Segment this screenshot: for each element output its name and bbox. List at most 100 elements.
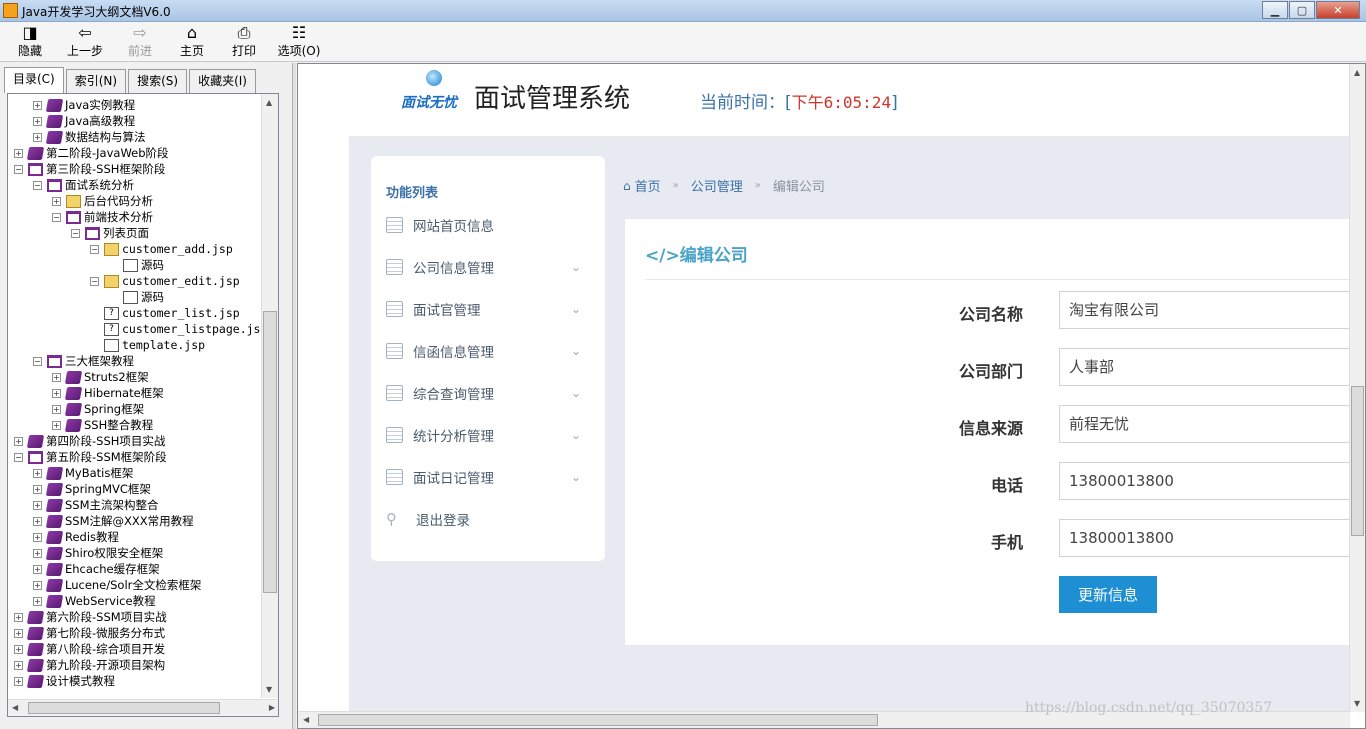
tree-item[interactable]: − customer_add.jsp [90,241,233,257]
scroll-left-arrow-icon[interactable]: ◀ [12,703,18,712]
tab-search[interactable]: 搜索(S) [128,69,188,93]
tree-item[interactable]: ? customer_listpage.jsp [90,321,267,337]
expand-icon[interactable]: + [33,500,42,510]
tab-favorites[interactable]: 收藏夹(I) [189,69,256,93]
content-vertical-scrollbar[interactable]: ▲ ▼ [1349,64,1365,712]
tree-item[interactable]: + 后台代码分析 [52,193,153,209]
breadcrumb-home[interactable]: 首页 [635,176,661,195]
tree-item[interactable]: + SSM主流架构整合 [33,497,159,513]
tree-item[interactable]: + Lucene/Solr全文检索框架 [33,577,201,593]
maximize-button[interactable]: ▢ [1289,1,1315,19]
chevron-down-icon[interactable]: ⌄ [571,470,581,484]
toolbar-button-hide[interactable]: ◨ 隐藏 [4,22,56,60]
breadcrumb-company-management[interactable]: 公司管理 [691,176,743,195]
collapse-icon[interactable]: − [90,276,99,286]
tree-item[interactable]: − 第五阶段-SSM框架阶段 [14,449,167,465]
tree-item[interactable]: + 第七阶段-微服务分布式 [14,625,165,641]
close-button[interactable]: ✕ [1316,1,1360,19]
mobile-input[interactable]: 13800013800 [1059,519,1350,557]
tree-item[interactable]: + SSM注解@XXX常用教程 [33,513,194,529]
tree-item[interactable]: + Redis教程 [33,529,119,545]
tree-item[interactable]: + 第九阶段-开源项目架构 [14,657,165,673]
logout-item[interactable]: ⚲ 退出登录 [386,507,591,531]
tree-item[interactable]: + Struts2框架 [52,369,149,385]
tree-item[interactable]: + Shiro权限安全框架 [33,545,163,561]
tree-item[interactable]: + SSH整合教程 [52,417,153,433]
tree-item[interactable]: − customer_edit.jsp [90,273,240,289]
tree-item[interactable]: − 第三阶段-SSH框架阶段 [14,161,165,177]
expand-icon[interactable]: + [33,116,42,126]
collapse-icon[interactable]: − [52,212,61,222]
tree-item[interactable]: ? customer_list.jsp [90,305,240,321]
menu-item[interactable]: 网站首页信息 [386,213,591,237]
tree-item[interactable]: + 第六阶段-SSM项目实战 [14,609,167,625]
expand-icon[interactable]: + [33,596,42,606]
expand-icon[interactable]: + [33,132,42,142]
tab-contents[interactable]: 目录(C) [4,67,64,93]
toolbar-button-forward-arrow[interactable]: ⇨ 前进 [114,22,166,60]
expand-icon[interactable]: + [33,516,42,526]
update-button[interactable]: 更新信息 [1059,576,1157,613]
tree-item[interactable]: + MyBatis框架 [33,465,133,481]
tree-item[interactable]: + SpringMVC框架 [33,481,151,497]
tab-index[interactable]: 索引(N) [65,69,127,93]
expand-icon[interactable]: + [33,532,42,542]
scroll-up-arrow-icon[interactable]: ▲ [266,98,272,107]
expand-icon[interactable]: + [14,644,23,654]
collapse-icon[interactable]: − [14,452,23,462]
tree-item[interactable]: + Java实例教程 [33,97,135,113]
tree-scroll-thumb[interactable] [263,311,277,593]
expand-icon[interactable]: + [52,372,61,382]
tree-item[interactable]: + Ehcache缓存框架 [33,561,160,577]
chevron-down-icon[interactable]: ⌄ [571,260,581,274]
menu-item[interactable]: 统计分析管理 ⌄ [386,423,591,447]
tree-item[interactable]: − 列表页面 [71,225,149,241]
expand-icon[interactable]: + [14,628,23,638]
tree-item[interactable]: + 数据结构与算法 [33,129,146,145]
tree-item[interactable]: + WebService教程 [33,593,156,609]
expand-icon[interactable]: + [14,676,23,686]
collapse-icon[interactable]: − [90,244,99,254]
scroll-down-arrow-icon[interactable]: ▼ [1354,699,1360,708]
menu-item[interactable]: 信函信息管理 ⌄ [386,339,591,363]
tree-item[interactable]: 源码 [109,257,164,273]
scroll-left-arrow-icon[interactable]: ◀ [303,715,309,724]
tree-horizontal-scrollbar[interactable]: ◀ ▶ [8,699,278,716]
tree-item[interactable]: + 第八阶段-综合项目开发 [14,641,165,657]
expand-icon[interactable]: + [33,484,42,494]
tree-hscroll-thumb[interactable] [28,702,220,714]
phone-input[interactable]: 13800013800 [1059,462,1350,500]
collapse-icon[interactable]: − [33,180,42,190]
expand-icon[interactable]: + [52,404,61,414]
chevron-down-icon[interactable]: ⌄ [571,302,581,316]
toolbar-button-home[interactable]: ⌂ 主页 [166,22,218,60]
source-input[interactable]: 前程无忧 [1059,405,1350,443]
tree-item[interactable]: + 设计模式教程 [14,673,115,689]
expand-icon[interactable]: + [14,148,23,158]
content-hscroll-thumb[interactable] [318,714,878,726]
expand-icon[interactable]: + [14,436,23,446]
tree-item[interactable]: − 面试系统分析 [33,177,134,193]
tree-item[interactable]: − 三大框架教程 [33,353,134,369]
scroll-up-arrow-icon[interactable]: ▲ [1354,68,1360,77]
minimize-button[interactable]: ▁ [1262,1,1288,19]
tree-item[interactable]: + 第四阶段-SSH项目实战 [14,433,165,449]
expand-icon[interactable]: + [14,660,23,670]
content-scroll-thumb[interactable] [1351,386,1364,536]
expand-icon[interactable]: + [33,468,42,478]
tree-item[interactable]: + Hibernate框架 [52,385,164,401]
collapse-icon[interactable]: − [71,228,80,238]
toolbar-button-printer[interactable]: ⎙ 打印 [218,22,270,60]
toolbar-button-back-arrow[interactable]: ⇦ 上一步 [56,22,114,60]
tree-vertical-scrollbar[interactable]: ▲ ▼ [261,94,278,698]
menu-item[interactable]: 综合查询管理 ⌄ [386,381,591,405]
expand-icon[interactable]: + [52,196,61,206]
tree-item[interactable]: template.jsp [90,337,205,353]
tree-item[interactable]: 源码 [109,289,164,305]
company-name-input[interactable]: 淘宝有限公司 [1059,291,1350,329]
tree-item[interactable]: + Java高级教程 [33,113,135,129]
expand-icon[interactable]: + [52,388,61,398]
department-input[interactable]: 人事部 [1059,348,1350,386]
pane-splitter[interactable] [292,63,296,729]
collapse-icon[interactable]: − [14,164,23,174]
